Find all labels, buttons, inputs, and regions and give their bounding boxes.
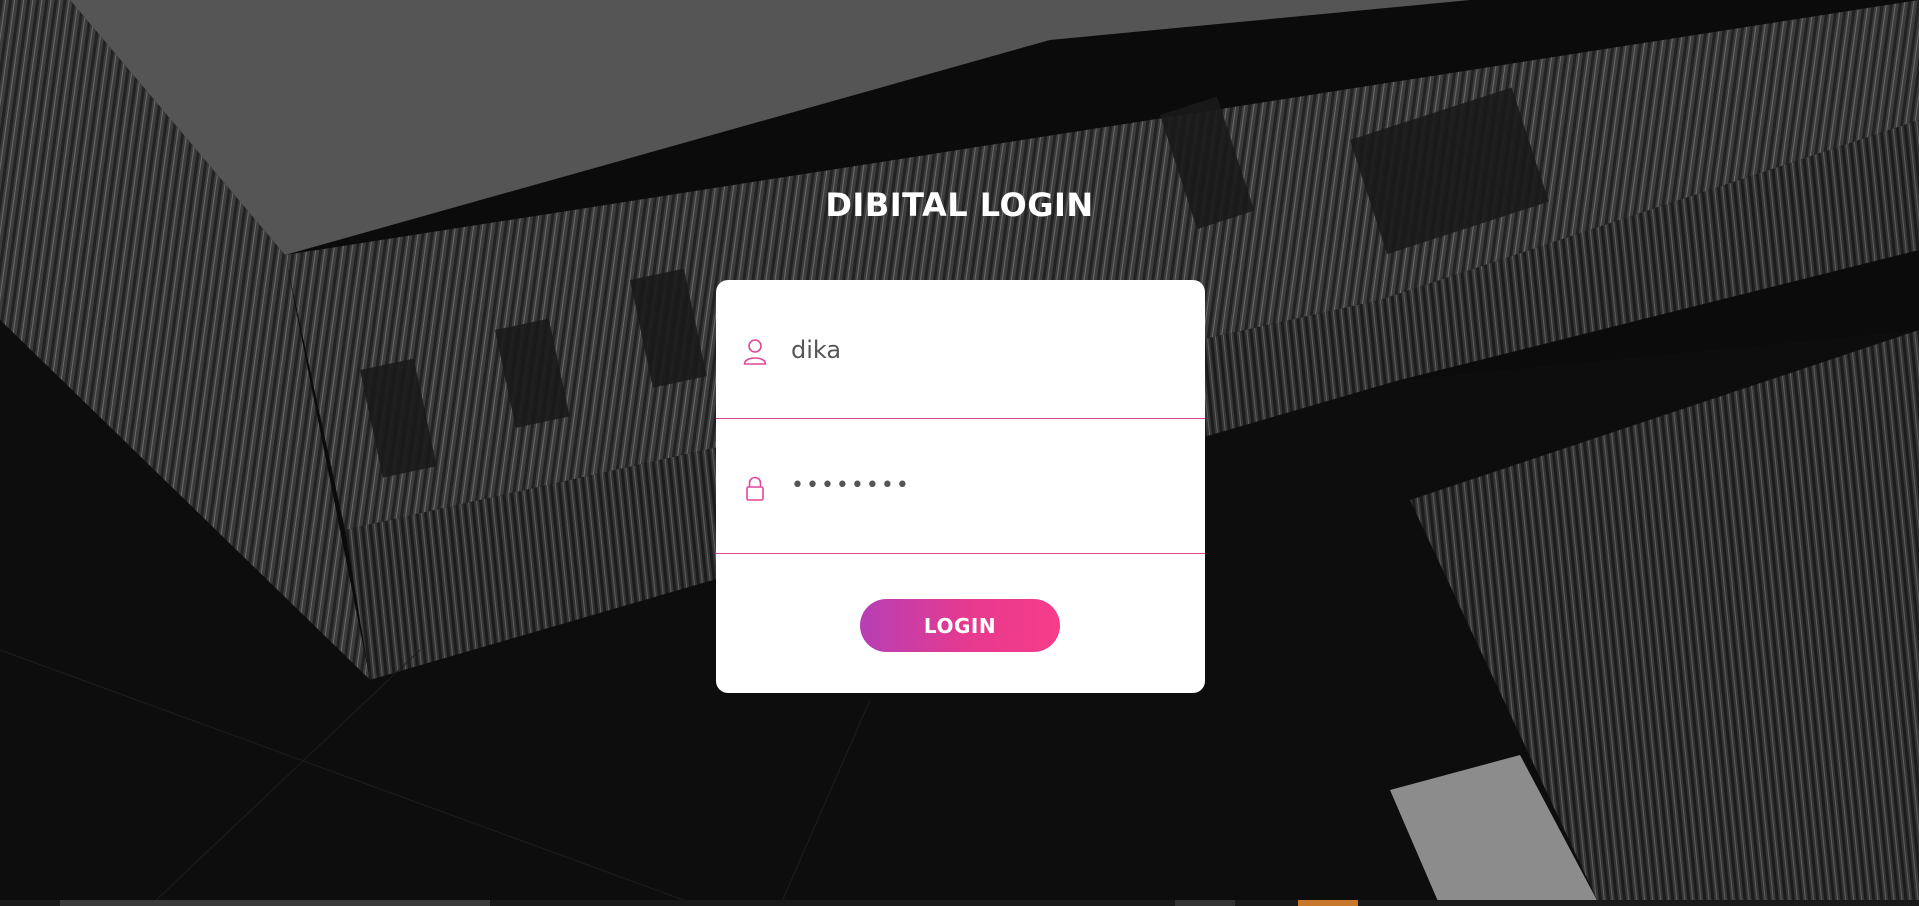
bottom-bar-segment [1175, 900, 1235, 906]
bottom-bar-segment [60, 900, 490, 906]
login-page: DIBITAL LOGIN LOGIN [0, 0, 1919, 906]
password-field [716, 415, 1205, 554]
username-input[interactable] [791, 332, 1171, 368]
user-icon [743, 338, 767, 366]
username-field [716, 280, 1205, 419]
login-card: LOGIN [716, 280, 1205, 693]
page-title: DIBITAL LOGIN [825, 186, 1094, 224]
bottom-bar-segment [1298, 900, 1358, 906]
password-input[interactable] [791, 467, 1171, 503]
lock-icon [743, 476, 767, 504]
login-button[interactable]: LOGIN [860, 599, 1060, 652]
